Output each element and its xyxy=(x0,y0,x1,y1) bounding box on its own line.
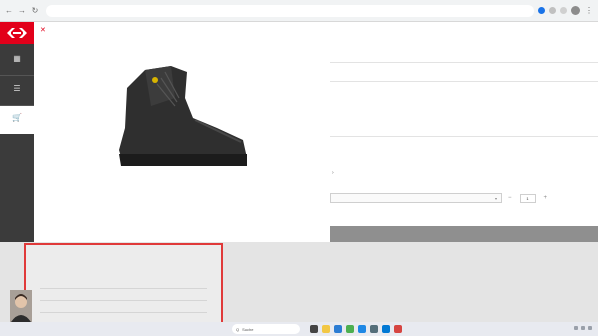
profile-avatar[interactable] xyxy=(571,6,580,15)
sidebar-item-2[interactable]: ☰ xyxy=(0,78,34,104)
search-placeholder: Suche xyxy=(242,326,254,332)
bookmark-icon[interactable] xyxy=(549,7,556,14)
sidebar-item-1[interactable]: ▦ xyxy=(0,48,34,74)
search-icon: Q xyxy=(236,326,240,332)
system-tray xyxy=(574,326,592,330)
list-icon: ☰ xyxy=(13,83,21,93)
close-icon[interactable]: ✕ xyxy=(40,26,46,34)
tray-icon[interactable] xyxy=(574,326,578,330)
taskbar-search[interactable]: Q Suche xyxy=(232,324,300,334)
browser-toolbar: ← → ↻ ⋮ xyxy=(0,0,598,22)
app-icon[interactable] xyxy=(346,325,354,333)
table-row xyxy=(26,303,221,313)
product-image xyxy=(119,66,247,166)
app-icon[interactable] xyxy=(382,325,390,333)
person-icon xyxy=(10,290,32,322)
overview-panel xyxy=(24,243,223,330)
sidebar-divider xyxy=(0,75,34,76)
extension-icon[interactable] xyxy=(538,7,545,14)
quantity-input[interactable]: 1 xyxy=(519,193,536,203)
menu-dots-icon[interactable]: ⋮ xyxy=(584,6,594,16)
puzzle-icon[interactable] xyxy=(560,7,567,14)
divider xyxy=(330,62,598,63)
back-icon[interactable]: ← xyxy=(4,6,14,16)
product-links xyxy=(588,46,596,50)
app-icon[interactable] xyxy=(370,325,378,333)
table-row xyxy=(26,291,221,301)
quantity-row: ▾ − 1 + xyxy=(330,193,598,203)
tray-icon[interactable] xyxy=(588,326,592,330)
table-row xyxy=(26,279,221,289)
app-icon[interactable] xyxy=(394,325,402,333)
select-placeholder xyxy=(335,196,495,200)
grid-icon: ▦ xyxy=(13,53,21,63)
plus-icon[interactable]: + xyxy=(544,195,548,201)
user-photo xyxy=(10,290,32,322)
add-to-cart-button[interactable] xyxy=(330,226,598,242)
minus-icon[interactable]: − xyxy=(508,195,512,201)
address-bar[interactable] xyxy=(46,4,534,17)
chevron-down-icon: ▾ xyxy=(494,195,497,201)
divider xyxy=(330,81,598,82)
browser-app-icon[interactable] xyxy=(334,325,342,333)
sidebar-item-3[interactable]: 🛒 xyxy=(0,106,34,134)
sbb-logo[interactable] xyxy=(0,22,34,44)
reload-icon[interactable]: ↻ xyxy=(30,6,40,16)
quantity-stepper: − 1 + xyxy=(508,193,547,203)
sbb-arrows-icon xyxy=(7,28,27,38)
app-icon[interactable] xyxy=(358,325,366,333)
divider xyxy=(330,136,598,137)
tray-icon[interactable] xyxy=(581,326,585,330)
cart-icon: 🛒 xyxy=(12,112,22,122)
task-view-icon[interactable] xyxy=(310,325,318,333)
chevron-right-icon[interactable]: › xyxy=(332,170,334,176)
variant-select[interactable]: ▾ xyxy=(330,193,502,203)
file-explorer-icon[interactable] xyxy=(322,325,330,333)
browser-actions: ⋮ xyxy=(538,6,594,16)
forward-icon[interactable]: → xyxy=(17,6,27,16)
windows-taskbar: Q Suche xyxy=(0,322,598,336)
price-tiers: › xyxy=(330,162,598,188)
